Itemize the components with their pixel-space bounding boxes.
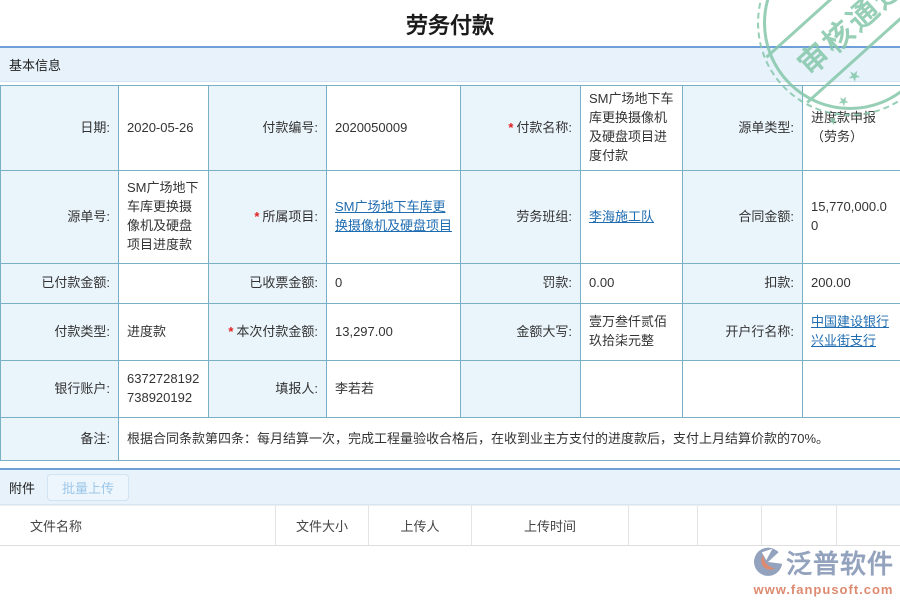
- field-label-source-no: 源单号:: [1, 171, 119, 264]
- field-label-date: 日期:: [1, 86, 119, 171]
- required-star: *: [254, 208, 259, 227]
- field-label-project: *所属项目:: [209, 171, 327, 264]
- bank-name-link[interactable]: 中国建设银行兴业街支行: [811, 313, 892, 351]
- field-label-payment-name: *付款名称:: [461, 86, 581, 171]
- payment-form-table: 日期: 2020-05-26 付款编号: 2020050009 *付款名称: S…: [0, 85, 900, 461]
- field-label-deduction: 扣款:: [683, 264, 803, 304]
- field-value-paid-amount: [119, 264, 209, 304]
- field-value-invoiced-amount: 0: [327, 264, 461, 304]
- field-value-bank-name: 中国建设银行兴业街支行: [803, 304, 900, 361]
- basic-info-title: 基本信息: [9, 55, 61, 74]
- field-value-source-type: 进度款申报（劳务）: [803, 86, 900, 171]
- basic-info-section-header: 基本信息: [0, 46, 900, 82]
- empty-value-cell: [581, 361, 683, 418]
- field-value-project: SM广场地下车库更换摄像机及硬盘项目: [327, 171, 461, 264]
- field-value-filler: 李若若: [327, 361, 461, 418]
- footer-brand: 泛普软件 www.fanpusoft.com: [753, 547, 894, 597]
- column-uploader: 上传人: [369, 506, 472, 545]
- empty-label-cell: [461, 361, 581, 418]
- field-label-remark: 备注:: [1, 418, 119, 461]
- empty-column: [629, 506, 698, 545]
- field-value-payment-no: 2020050009: [327, 86, 461, 171]
- empty-column: [698, 506, 762, 545]
- field-value-payment-type: 进度款: [119, 304, 209, 361]
- field-value-bank-account: 6372728192738920192: [119, 361, 209, 418]
- field-label-paid-amount: 已付款金额:: [1, 264, 119, 304]
- field-value-remark: 根据合同条款第四条：每月结算一次，完成工程量验收合格后，在收到业主方支付的进度款…: [119, 418, 900, 461]
- column-file-name: 文件名称: [0, 506, 276, 545]
- field-label-contract-amount: 合同金额:: [683, 171, 803, 264]
- required-star: *: [228, 323, 233, 342]
- field-value-contract-amount: 15,770,000.00: [803, 171, 900, 264]
- field-label-bank-account: 银行账户:: [1, 361, 119, 418]
- required-star: *: [508, 119, 513, 138]
- field-label-filler: 填报人:: [209, 361, 327, 418]
- field-label-invoiced-amount: 已收票金额:: [209, 264, 327, 304]
- empty-column: [762, 506, 837, 545]
- field-label-source-type: 源单类型:: [683, 86, 803, 171]
- field-value-fine: 0.00: [581, 264, 683, 304]
- attachments-section-header: 附件 批量上传: [0, 468, 900, 505]
- column-upload-time: 上传时间: [472, 506, 629, 545]
- page-title: 劳务付款: [0, 8, 900, 40]
- field-value-labor-team: 李海施工队: [581, 171, 683, 264]
- field-value-date: 2020-05-26: [119, 86, 209, 171]
- empty-column: [837, 506, 900, 545]
- field-value-deduction: 200.00: [803, 264, 900, 304]
- column-file-size: 文件大小: [276, 506, 369, 545]
- field-label-current-payment-amount: *本次付款金额:: [209, 304, 327, 361]
- field-label-payment-no: 付款编号:: [209, 86, 327, 171]
- labor-team-link[interactable]: 李海施工队: [589, 208, 654, 227]
- attachments-title: 附件: [9, 478, 35, 497]
- field-label-amount-in-words: 金额大写:: [461, 304, 581, 361]
- brand-website: www.fanpusoft.com: [753, 583, 893, 597]
- field-label-labor-team: 劳务班组:: [461, 171, 581, 264]
- batch-upload-button[interactable]: 批量上传: [47, 474, 129, 501]
- attachments-table-header: 文件名称 文件大小 上传人 上传时间: [0, 505, 900, 546]
- empty-cell: [683, 361, 803, 418]
- field-value-current-payment-amount: 13,297.00: [327, 304, 461, 361]
- field-label-fine: 罚款:: [461, 264, 581, 304]
- brand-name: 泛普软件: [786, 550, 894, 579]
- field-value-payment-name: SM广场地下车库更换摄像机及硬盘项目进度付款: [581, 86, 683, 171]
- field-value-amount-in-words: 壹万叁仟贰佰玖拾柒元整: [581, 304, 683, 361]
- empty-cell: [803, 361, 900, 418]
- field-value-source-no: SM广场地下车库更换摄像机及硬盘项目进度款: [119, 171, 209, 264]
- fanpu-logo-icon: [753, 547, 783, 582]
- field-label-bank-name: 开户行名称:: [683, 304, 803, 361]
- field-label-payment-type: 付款类型:: [1, 304, 119, 361]
- project-link[interactable]: SM广场地下车库更换摄像机及硬盘项目: [335, 198, 452, 236]
